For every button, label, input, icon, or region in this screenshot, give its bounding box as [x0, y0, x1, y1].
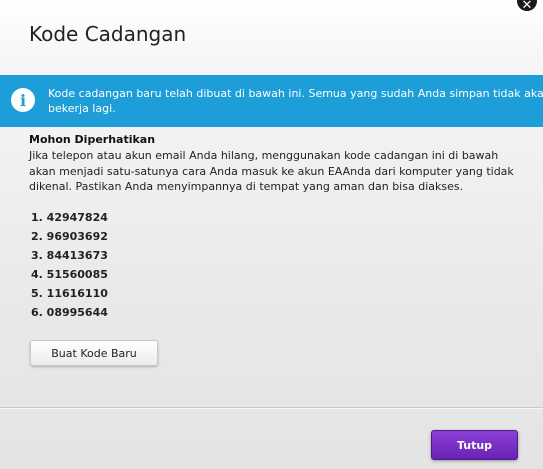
backup-code-item: 4. 51560085: [31, 268, 108, 281]
generate-new-codes-button[interactable]: Buat Kode Baru: [30, 340, 158, 366]
backup-codes-dialog: ✕ Kode Cadangan i Kode cadangan baru tel…: [0, 0, 543, 469]
notice-heading: Mohon Diperhatikan: [29, 133, 156, 146]
backup-code-item: 6. 08995644: [31, 306, 108, 319]
dialog-title: Kode Cadangan: [29, 22, 187, 46]
backup-code-item: 5. 11616110: [31, 287, 108, 300]
info-banner-text: Kode cadangan baru telah dibuat di bawah…: [48, 87, 543, 115]
info-icon: i: [11, 88, 35, 112]
backup-code-item: 1. 42947824: [31, 211, 108, 224]
backup-code-item: 3. 84413673: [31, 249, 108, 262]
footer-divider-highlight: [0, 408, 543, 409]
info-banner: i Kode cadangan baru telah dibuat di baw…: [0, 75, 543, 127]
close-icon[interactable]: ✕: [517, 0, 537, 12]
backup-code-item: 2. 96903692: [31, 230, 108, 243]
close-button[interactable]: Tutup: [431, 430, 518, 460]
notice-body: Jika telepon atau akun email Anda hilang…: [29, 149, 514, 193]
backup-code-list: 1. 42947824 2. 96903692 3. 84413673 4. 5…: [31, 208, 108, 322]
